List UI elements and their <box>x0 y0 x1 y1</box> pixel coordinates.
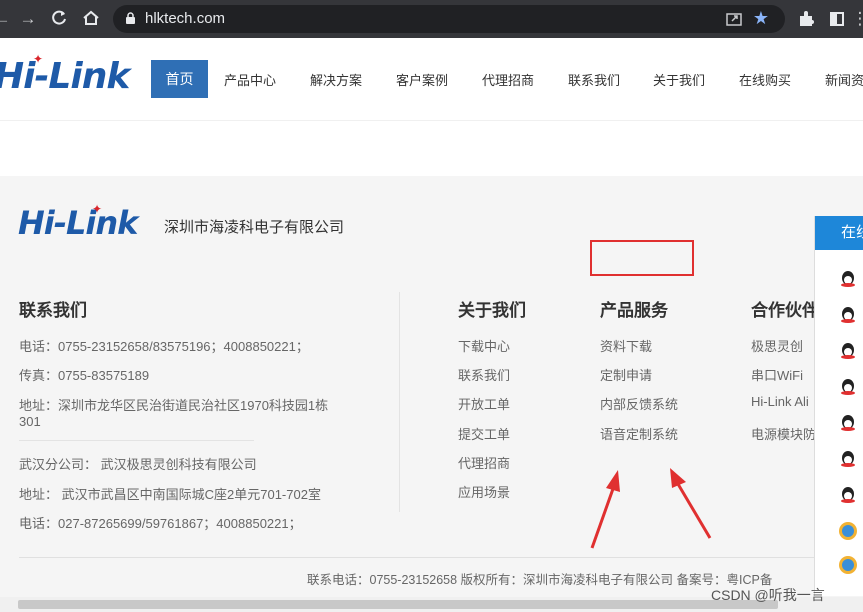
column-divider <box>399 292 400 512</box>
annotation-arrows <box>590 468 712 549</box>
contact-divider <box>19 440 254 441</box>
partners-title: 合作伙伴 <box>751 301 819 320</box>
nav-products[interactable]: 产品中心 <box>224 70 276 89</box>
url-text: hlktech.com <box>145 10 226 27</box>
wuhan-phone: 电话：027-87265699/59761867；4008850221； <box>19 516 302 531</box>
link-agent-recruit[interactable]: 代理招商 <box>458 453 510 472</box>
link-contact-us[interactable]: 联系我们 <box>458 365 510 384</box>
online-service-panel: 在线 <box>814 216 863 596</box>
scrollbar-thumb[interactable] <box>18 600 778 609</box>
share-icon[interactable] <box>725 10 743 28</box>
qq-icon[interactable] <box>837 268 859 290</box>
contact-phone: 电话：0755-23152658/83575196；4008850221； <box>19 339 309 354</box>
wuhan-branch: 武汉分公司： 武汉极思灵创科技有限公司 <box>19 457 257 472</box>
nav-buy[interactable]: 在线购买 <box>739 70 791 89</box>
nav-news[interactable]: 新闻资 <box>825 70 863 89</box>
qq-icon[interactable] <box>837 304 859 326</box>
link-download-center[interactable]: 下载中心 <box>458 336 510 355</box>
menu-icon[interactable]: ⋮ <box>850 9 863 29</box>
link-submit-ticket[interactable]: 提交工单 <box>458 424 510 443</box>
link-partner-jisi[interactable]: 极思灵创 <box>751 336 803 355</box>
link-partner-power-module[interactable]: 电源模块防 <box>751 424 816 443</box>
nav-contact[interactable]: 联系我们 <box>568 70 620 89</box>
nav-home[interactable]: 首页 <box>151 60 208 98</box>
link-voice-custom-system[interactable]: 语音定制系统 <box>600 424 678 443</box>
link-open-ticket[interactable]: 开放工单 <box>458 394 510 413</box>
site-header: Hi-Link ✦ 首页 产品中心 解决方案 客户案例 代理招商 联系我们 关于… <box>0 38 863 120</box>
bookmark-star-icon[interactable]: ★ <box>753 8 769 29</box>
copyright-text: 联系电话：0755-23152658 版权所有：深圳市海凌科电子有限公司 备案号… <box>307 573 773 587</box>
link-custom-request[interactable]: 定制申请 <box>600 365 652 384</box>
site-logo[interactable]: Hi-Link <box>0 56 130 97</box>
contact-fax: 传真：0755-83575189 <box>19 368 150 383</box>
nav-solutions[interactable]: 解决方案 <box>310 70 362 89</box>
about-title: 关于我们 <box>458 301 526 320</box>
qq-icon[interactable] <box>837 448 859 470</box>
products-title: 产品服务 <box>600 301 668 320</box>
link-docs-download[interactable]: 资料下载 <box>600 336 652 355</box>
highlight-box <box>590 240 694 276</box>
forward-icon[interactable]: → <box>18 9 38 29</box>
footer-logo: Hi-Link <box>18 204 138 242</box>
screenshot: ← → hlktech.com ★ ⋮ Hi-Link ✦ 首页 产品中心 解决… <box>0 0 863 612</box>
qq-icon[interactable] <box>837 412 859 434</box>
reload-icon[interactable] <box>49 9 69 29</box>
address-bar[interactable]: hlktech.com ★ <box>113 5 785 33</box>
site-footer: Hi-Link ✦ 深圳市海凌科电子有限公司 联系我们 电话：0755-2315… <box>0 176 863 612</box>
extensions-icon[interactable] <box>796 9 816 29</box>
lock-icon <box>126 12 135 24</box>
chat-icon[interactable] <box>837 520 859 542</box>
logo-star-icon: ✦ <box>33 52 44 66</box>
company-name: 深圳市海凌科电子有限公司 <box>164 219 345 236</box>
nav-about[interactable]: 关于我们 <box>653 70 705 89</box>
window-icon[interactable] <box>827 9 847 29</box>
online-panel-header[interactable]: 在线 <box>815 216 863 250</box>
watermark: CSDN @听我一言 <box>711 587 825 603</box>
chat-icon[interactable] <box>837 554 859 576</box>
contact-title: 联系我们 <box>19 301 87 320</box>
link-application-scenarios[interactable]: 应用场景 <box>458 482 510 501</box>
qq-icon[interactable] <box>837 376 859 398</box>
contact-address: 地址：深圳市龙华区民治街道民治社区1970科技园1栋 <box>19 398 329 413</box>
qq-icon[interactable] <box>837 484 859 506</box>
home-icon[interactable] <box>81 9 101 29</box>
nav-agents[interactable]: 代理招商 <box>482 70 534 89</box>
nav-cases[interactable]: 客户案例 <box>396 70 448 89</box>
footer-rule <box>19 557 815 558</box>
qq-icon[interactable] <box>837 340 859 362</box>
link-feedback-system[interactable]: 内部反馈系统 <box>600 394 678 413</box>
browser-toolbar: ← → hlktech.com ★ ⋮ <box>0 0 863 38</box>
link-partner-uart-wifi[interactable]: 串口WiFi <box>751 365 803 384</box>
link-partner-hilink-ali[interactable]: Hi-Link Ali <box>751 394 809 409</box>
back-icon[interactable]: ← <box>0 9 12 29</box>
content-spacer <box>0 120 863 176</box>
wuhan-address: 地址： 武汉市武昌区中南国际城C座2单元701-702室 <box>19 487 321 502</box>
contact-address-cont: 301 <box>19 414 41 429</box>
footer-logo-star-icon: ✦ <box>92 202 103 216</box>
